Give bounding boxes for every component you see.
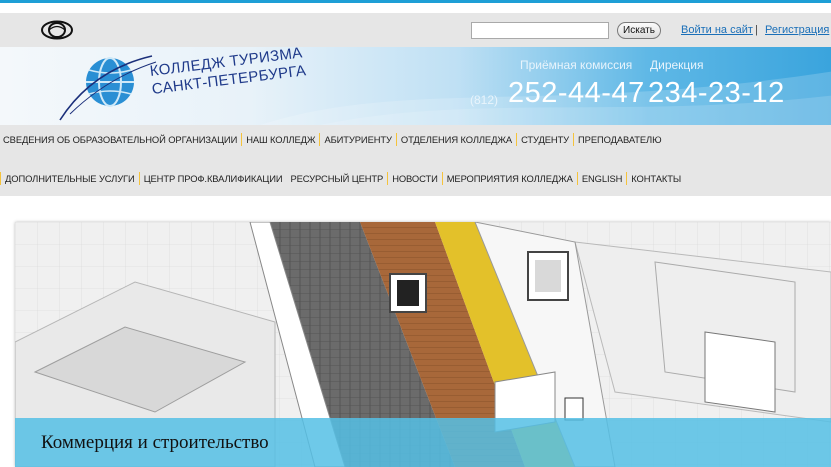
logo-globe-icon[interactable]	[52, 50, 162, 122]
top-bar: Искать Войти на сайт | Регистрация	[0, 13, 831, 47]
nav-item-students[interactable]: СТУДЕНТУ	[516, 133, 573, 146]
nav-item-applicants[interactable]: АБИТУРИЕНТУ	[319, 133, 395, 146]
nav-item-qualification-center[interactable]: ЦЕНТР ПРОФ.КВАЛИФИКАЦИИ	[138, 172, 287, 185]
main-navigation: СВЕДЕНИЯ ОБ ОБРАЗОВАТЕЛЬНОЙ ОРГАНИЗАЦИИ Н…	[0, 125, 831, 196]
nav-row-1: СВЕДЕНИЯ ОБ ОБРАЗОВАТЕЛЬНОЙ ОРГАНИЗАЦИИ Н…	[0, 133, 831, 149]
phone-area-code: (812)	[470, 93, 499, 107]
nav-item-teachers[interactable]: ПРЕПОДАВАТЕЛЮ	[573, 133, 665, 146]
nav-item-events[interactable]: МЕРОПРИЯТИЯ КОЛЛЕДЖА	[441, 172, 577, 185]
admissions-label: Приёмная комиссия	[520, 58, 633, 72]
nav-item-departments[interactable]: ОТДЕЛЕНИЯ КОЛЛЕДЖА	[395, 133, 516, 146]
directorate-phone[interactable]: 234-23-12	[648, 77, 785, 110]
nav-item-contacts[interactable]: КОНТАКТЫ	[626, 172, 685, 185]
slider-caption: Коммерция и строительство	[15, 418, 831, 467]
image-slider[interactable]: Коммерция и строительство	[15, 222, 831, 467]
nav-item-resource-center[interactable]: РЕСУРСНЫЙ ЦЕНТР	[286, 172, 387, 185]
auth-separator: |	[755, 24, 758, 36]
slider-caption-title[interactable]: Коммерция и строительство	[41, 432, 269, 454]
nav-row-2: ДОПОЛНИТЕЛЬНЫЕ УСЛУГИ ЦЕНТР ПРОФ.КВАЛИФИК…	[0, 172, 831, 188]
top-accent-line	[0, 0, 831, 13]
admissions-phone[interactable]: 252-44-47	[508, 77, 645, 110]
nav-item-extra-services[interactable]: ДОПОЛНИТЕЛЬНЫЕ УСЛУГИ	[0, 172, 139, 185]
directorate-label: Дирекция	[650, 58, 704, 72]
nav-item-english[interactable]: ENGLISH	[576, 172, 626, 185]
nav-item-news[interactable]: НОВОСТИ	[387, 172, 442, 185]
register-link[interactable]: Регистрация	[765, 24, 829, 36]
login-link[interactable]: Войти на сайт	[681, 24, 753, 36]
search-button[interactable]: Искать	[617, 22, 661, 39]
nav-item-org-info[interactable]: СВЕДЕНИЯ ОБ ОБРАЗОВАТЕЛЬНОЙ ОРГАНИЗАЦИИ	[0, 133, 241, 146]
eye-icon[interactable]	[40, 20, 74, 40]
header-banner: КОЛЛЕДЖ ТУРИЗМА САНКТ-ПЕТЕРБУРГА Приёмна…	[0, 47, 831, 125]
search-input[interactable]	[471, 22, 609, 39]
nav-item-our-college[interactable]: НАШ КОЛЛЕДЖ	[241, 133, 319, 146]
